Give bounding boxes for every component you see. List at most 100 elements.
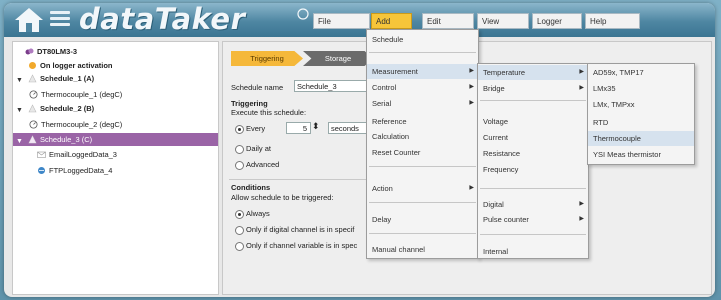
menu-logger[interactable]: Logger bbox=[532, 13, 582, 29]
menu-separator bbox=[369, 166, 476, 167]
menu-item-calculation[interactable]: Calculation bbox=[367, 129, 478, 144]
home-icon[interactable] bbox=[14, 7, 44, 33]
app-window: dataTaker File Add Edit View Logger Help… bbox=[4, 3, 715, 297]
menu-item-ysi-thermistor[interactable]: YSI Meas thermistor bbox=[588, 147, 694, 162]
submenu-arrow-icon: ▶ bbox=[579, 69, 584, 75]
menu-add[interactable]: Add bbox=[371, 13, 412, 29]
menu-item-measurement[interactable]: Measurement ▶ bbox=[367, 64, 478, 79]
menu-item-pulse-counter[interactable]: Pulse counter ▶ bbox=[478, 212, 588, 227]
menu-item-resistance[interactable]: Resistance bbox=[478, 146, 588, 161]
hamburger-menu-icon[interactable] bbox=[50, 11, 70, 29]
add-menu: Schedule Measurement ▶ Control ▶ Serial ▶ R… bbox=[366, 29, 479, 259]
menu-item-thermocouple[interactable]: Thermocouple bbox=[588, 131, 694, 146]
daily-label: Daily at bbox=[246, 144, 272, 153]
menu-edit[interactable]: Edit bbox=[422, 13, 474, 29]
title-bar: dataTaker File Add Edit View Logger Help bbox=[4, 3, 715, 37]
menu-item-action[interactable]: Action ▶ bbox=[367, 181, 478, 196]
gauge-icon bbox=[29, 120, 38, 129]
menu-file[interactable]: File bbox=[313, 13, 370, 29]
always-radio[interactable] bbox=[235, 210, 244, 219]
tree-item-schedule-1[interactable]: ▼ Schedule_1 (A) bbox=[13, 72, 218, 85]
sun-icon bbox=[29, 62, 36, 69]
menu-item-serial[interactable]: Serial ▶ bbox=[367, 96, 478, 111]
execute-label: Execute this schedule: bbox=[231, 108, 307, 117]
menu-item-manual-channel[interactable]: Manual channel bbox=[367, 242, 478, 257]
schedule-icon bbox=[28, 104, 37, 113]
tree-item-logger[interactable]: DT80LM3-3 bbox=[13, 45, 218, 58]
temperature-submenu: AD59x, TMP17 LMx35 LMx, TMPxx RTD Thermo… bbox=[587, 63, 695, 165]
registered-mark-icon bbox=[297, 8, 309, 20]
submenu-arrow-icon: ▶ bbox=[579, 201, 584, 207]
tab-storage[interactable]: Storage bbox=[303, 51, 373, 66]
menu-separator bbox=[480, 234, 586, 235]
tree-item-ftp-logged-data[interactable]: FTPLoggedData_4 bbox=[13, 164, 218, 177]
interval-input[interactable]: 5 bbox=[286, 122, 311, 134]
expand-triangle-icon[interactable]: ▼ bbox=[16, 135, 23, 148]
menu-item-label: Temperature bbox=[483, 68, 526, 77]
variable-condition-radio[interactable] bbox=[235, 242, 244, 251]
menu-item-bridge[interactable]: Bridge ▶ bbox=[478, 81, 588, 96]
menu-item-label: Pulse counter bbox=[483, 215, 529, 224]
every-label: Every bbox=[246, 124, 266, 133]
menu-separator bbox=[480, 188, 586, 189]
tree-item-thermocouple-2[interactable]: Thermocouple_2 (degC) bbox=[13, 118, 218, 131]
tree-item-thermocouple-1[interactable]: Thermocouple_1 (degC) bbox=[13, 88, 218, 101]
advanced-radio[interactable] bbox=[235, 161, 244, 170]
ftp-icon bbox=[38, 167, 45, 174]
schedule-icon bbox=[28, 74, 37, 83]
menu-item-internal[interactable]: Internal bbox=[478, 244, 588, 259]
expand-triangle-icon[interactable]: ▼ bbox=[16, 104, 23, 117]
menu-item-reset-counter[interactable]: Reset Counter bbox=[367, 145, 478, 160]
menu-item-label: Action bbox=[372, 184, 393, 193]
menu-item-frequency[interactable]: Frequency bbox=[478, 162, 588, 177]
tree-item-schedule-2[interactable]: ▼ Schedule_2 (B) bbox=[13, 102, 218, 115]
tree-item-email-logged-data[interactable]: EmailLoggedData_3 bbox=[13, 148, 218, 161]
submenu-arrow-icon: ▶ bbox=[579, 216, 584, 222]
submenu-arrow-icon: ▶ bbox=[469, 185, 474, 191]
menu-help[interactable]: Help bbox=[585, 13, 640, 29]
menu-item-reference[interactable]: Reference bbox=[367, 114, 478, 129]
spinner-icon[interactable]: ⬍ bbox=[312, 121, 320, 132]
daily-radio[interactable] bbox=[235, 145, 244, 154]
menu-separator bbox=[369, 202, 476, 203]
menu-separator bbox=[369, 52, 476, 53]
gauge-icon bbox=[29, 90, 38, 99]
menu-item-delay[interactable]: Delay bbox=[367, 212, 478, 227]
advanced-label: Advanced bbox=[246, 160, 280, 169]
every-radio[interactable] bbox=[235, 125, 244, 134]
expand-triangle-icon[interactable]: ▼ bbox=[16, 74, 23, 87]
submenu-arrow-icon: ▶ bbox=[579, 85, 584, 91]
menu-item-label: Control bbox=[372, 83, 397, 92]
unit-select[interactable]: seconds bbox=[328, 122, 370, 134]
digital-condition-radio[interactable] bbox=[235, 226, 244, 235]
tree-item-on-logger-activation[interactable]: On logger activation bbox=[13, 59, 218, 72]
menu-separator bbox=[369, 233, 476, 234]
menu-item-rtd[interactable]: RTD bbox=[588, 115, 694, 130]
schedule-name-input[interactable]: Schedule_3 bbox=[294, 80, 369, 92]
allow-label: Allow schedule to be triggered: bbox=[231, 193, 334, 202]
menu-item-digital[interactable]: Digital ▶ bbox=[478, 197, 588, 212]
menu-item-current[interactable]: Current bbox=[478, 130, 588, 145]
tree-item-schedule-3[interactable]: ▼ Schedule_3 (C) bbox=[13, 133, 218, 146]
menu-item-ad59x[interactable]: AD59x, TMP17 bbox=[588, 65, 694, 80]
menu-view[interactable]: View bbox=[477, 13, 529, 29]
tab-triggering[interactable]: Triggering bbox=[231, 51, 303, 66]
menu-item-lmx-tmpxx[interactable]: LMx, TMPxx bbox=[588, 97, 694, 112]
menu-item-schedule[interactable]: Schedule bbox=[367, 32, 478, 47]
submenu-arrow-icon: ▶ bbox=[469, 68, 474, 74]
digital-condition-label: Only if digital channel is in specif bbox=[246, 225, 355, 234]
submenu-arrow-icon: ▶ bbox=[469, 100, 474, 106]
menu-item-temperature[interactable]: Temperature ▶ bbox=[478, 65, 588, 80]
menu-item-control[interactable]: Control ▶ bbox=[367, 80, 478, 95]
triggering-heading: Triggering bbox=[231, 99, 268, 108]
brand-logo: dataTaker bbox=[79, 3, 246, 36]
email-icon bbox=[37, 151, 46, 158]
menu-item-lmx35[interactable]: LMx35 bbox=[588, 81, 694, 96]
divider bbox=[229, 179, 369, 180]
menu-separator bbox=[480, 100, 586, 101]
menu-item-voltage[interactable]: Voltage bbox=[478, 114, 588, 129]
measurement-submenu: Temperature ▶ Bridge ▶ Voltage Current Res… bbox=[477, 63, 589, 259]
submenu-arrow-icon: ▶ bbox=[469, 84, 474, 90]
conditions-heading: Conditions bbox=[231, 183, 271, 192]
menu-item-label: Serial bbox=[372, 99, 392, 108]
